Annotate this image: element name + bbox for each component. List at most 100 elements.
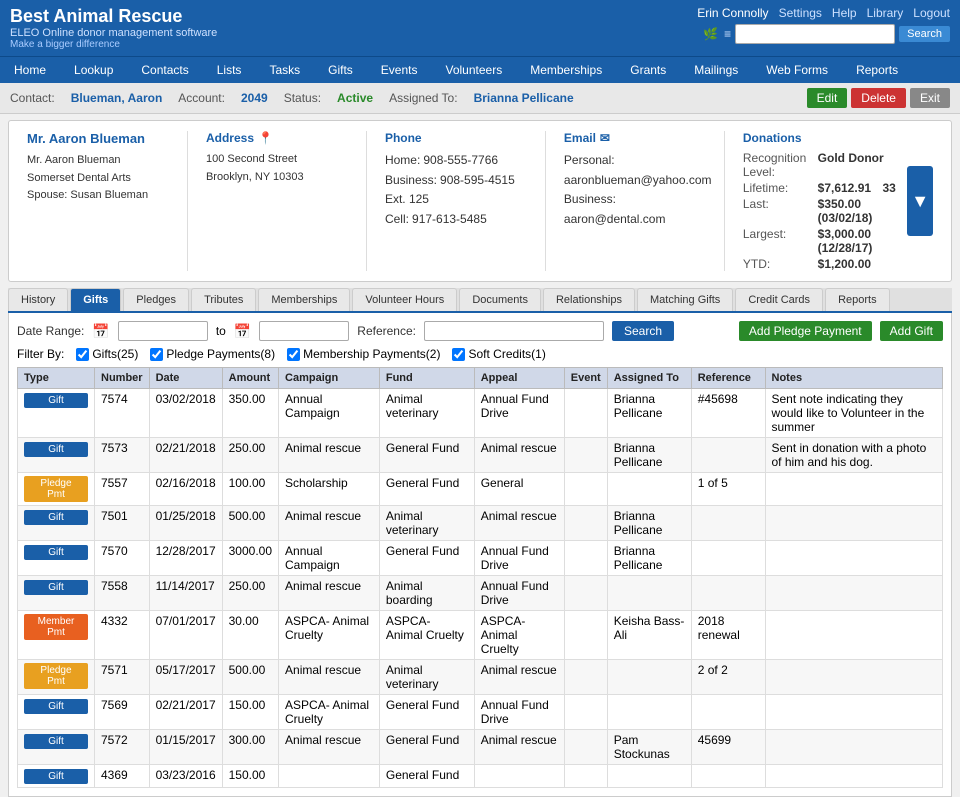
amount-cell: 350.00 — [222, 389, 278, 438]
nav-item-home[interactable]: Home — [0, 57, 60, 83]
notes-cell: Sent note indicating they would like to … — [765, 389, 943, 438]
filter-soft-credits[interactable]: Soft Credits(1) — [452, 347, 545, 361]
soft-credits-checkbox[interactable] — [452, 348, 465, 361]
donations-info: Donations Recognition Level: Gold Donor … — [743, 131, 899, 271]
nav-item-contacts[interactable]: Contacts — [127, 57, 202, 83]
reference-cell: 45699 — [691, 730, 765, 765]
contact-name-link[interactable]: Blueman, Aaron — [71, 91, 163, 105]
lifetime-label: Lifetime: — [743, 181, 810, 195]
add-gift-button[interactable]: Add Gift — [880, 321, 943, 341]
table-row: Gift757403/02/2018350.00Annual CampaignA… — [18, 389, 943, 438]
number-cell: 7569 — [95, 695, 150, 730]
tab-documents[interactable]: Documents — [459, 288, 541, 311]
nav-item-web-forms[interactable]: Web Forms — [752, 57, 842, 83]
campaign-cell: ASPCA- Animal Cruelty — [279, 695, 380, 730]
reference-input[interactable] — [424, 321, 604, 341]
col-assigned-to: Assigned To — [607, 368, 691, 389]
date-to-input[interactable] — [259, 321, 349, 341]
type-button[interactable]: Pledge Pmt — [24, 476, 88, 502]
filter-gifts[interactable]: Gifts(25) — [76, 347, 138, 361]
date-cell: 01/25/2018 — [149, 506, 222, 541]
gifts-checkbox[interactable] — [76, 348, 89, 361]
recognition-value: Gold Donor — [818, 151, 900, 179]
filter-membership-payments[interactable]: Membership Payments(2) — [287, 347, 440, 361]
nav-item-volunteers[interactable]: Volunteers — [431, 57, 516, 83]
date-from-input[interactable] — [118, 321, 208, 341]
type-button[interactable]: Gift — [24, 442, 88, 457]
business-email-val: aaron@dental.com — [564, 212, 666, 226]
type-cell: Gift — [18, 576, 95, 611]
amount-cell: 100.00 — [222, 473, 278, 506]
nav-item-memberships[interactable]: Memberships — [516, 57, 616, 83]
appeal-cell: Animal rescue — [474, 438, 564, 473]
nav-item-tasks[interactable]: Tasks — [255, 57, 314, 83]
tab-matching-gifts[interactable]: Matching Gifts — [637, 288, 733, 311]
event-cell — [564, 473, 607, 506]
number-cell: 7557 — [95, 473, 150, 506]
event-cell — [564, 389, 607, 438]
search-button[interactable]: Search — [612, 321, 674, 341]
reference-cell: #45698 — [691, 389, 765, 438]
help-link[interactable]: Help — [832, 6, 857, 20]
donations-expand-button[interactable]: ▼ — [907, 166, 933, 236]
logout-link[interactable]: Logout — [913, 6, 950, 20]
type-button[interactable]: Gift — [24, 393, 88, 408]
event-cell — [564, 730, 607, 765]
filter-row: Date Range: 📅 to 📅 Reference: Search Add… — [17, 321, 943, 341]
add-pledge-button[interactable]: Add Pledge Payment — [739, 321, 872, 341]
nav-item-events[interactable]: Events — [367, 57, 432, 83]
tab-memberships[interactable]: Memberships — [258, 288, 350, 311]
global-search-button[interactable]: Search — [899, 26, 950, 42]
nav-item-lookup[interactable]: Lookup — [60, 57, 127, 83]
type-button[interactable]: Gift — [24, 699, 88, 714]
tab-tributes[interactable]: Tributes — [191, 288, 256, 311]
table-row: Gift750101/25/2018500.00Animal rescueAni… — [18, 506, 943, 541]
nav-item-gifts[interactable]: Gifts — [314, 57, 367, 83]
table-row: Gift755811/14/2017250.00Animal rescueAni… — [18, 576, 943, 611]
fund-cell: ASPCA- Animal Cruelty — [379, 611, 474, 660]
nav-item-mailings[interactable]: Mailings — [680, 57, 752, 83]
tab-relationships[interactable]: Relationships — [543, 288, 635, 311]
tab-credit-cards[interactable]: Credit Cards — [735, 288, 823, 311]
filter-pledge-payments[interactable]: Pledge Payments(8) — [150, 347, 275, 361]
type-button[interactable]: Gift — [24, 510, 88, 525]
date-to-label: to — [216, 324, 226, 338]
status-value: Active — [337, 91, 373, 105]
nav-item-reports[interactable]: Reports — [842, 57, 912, 83]
nav-item-lists[interactable]: Lists — [203, 57, 256, 83]
tab-pledges[interactable]: Pledges — [123, 288, 189, 311]
edit-button[interactable]: Edit — [807, 88, 848, 108]
appeal-cell: Animal rescue — [474, 660, 564, 695]
type-button[interactable]: Gift — [24, 545, 88, 560]
contact-bar: Contact: Blueman, Aaron Account: 2049 St… — [0, 83, 960, 114]
reference-cell — [691, 541, 765, 576]
notes-cell — [765, 576, 943, 611]
assigned-to-cell — [607, 765, 691, 788]
membership-payments-checkbox[interactable] — [287, 348, 300, 361]
exit-button[interactable]: Exit — [910, 88, 950, 108]
tab-volunteer-hours[interactable]: Volunteer Hours — [352, 288, 457, 311]
date-cell: 03/23/2016 — [149, 765, 222, 788]
number-cell: 4332 — [95, 611, 150, 660]
reference-cell: 1 of 5 — [691, 473, 765, 506]
account-number-link[interactable]: 2049 — [241, 91, 268, 105]
pledge-payments-checkbox[interactable] — [150, 348, 163, 361]
library-link[interactable]: Library — [867, 6, 904, 20]
delete-button[interactable]: Delete — [851, 88, 906, 108]
type-button[interactable]: Pledge Pmt — [24, 663, 88, 689]
global-search-input[interactable] — [735, 24, 895, 44]
tab-history[interactable]: History — [8, 288, 68, 311]
type-button[interactable]: Gift — [24, 769, 88, 784]
type-button[interactable]: Gift — [24, 580, 88, 595]
settings-link[interactable]: Settings — [779, 6, 822, 20]
tab-reports[interactable]: Reports — [825, 288, 890, 311]
reference-cell — [691, 695, 765, 730]
last-value: $350.00 (03/02/18) — [818, 197, 900, 225]
tab-gifts[interactable]: Gifts — [70, 288, 121, 311]
type-button[interactable]: Member Pmt — [24, 614, 88, 640]
nav-item-grants[interactable]: Grants — [616, 57, 680, 83]
assigned-to-cell: Pam Stockunas — [607, 730, 691, 765]
campaign-cell: Animal rescue — [279, 438, 380, 473]
date-cell: 01/15/2017 — [149, 730, 222, 765]
amount-cell: 150.00 — [222, 765, 278, 788]
